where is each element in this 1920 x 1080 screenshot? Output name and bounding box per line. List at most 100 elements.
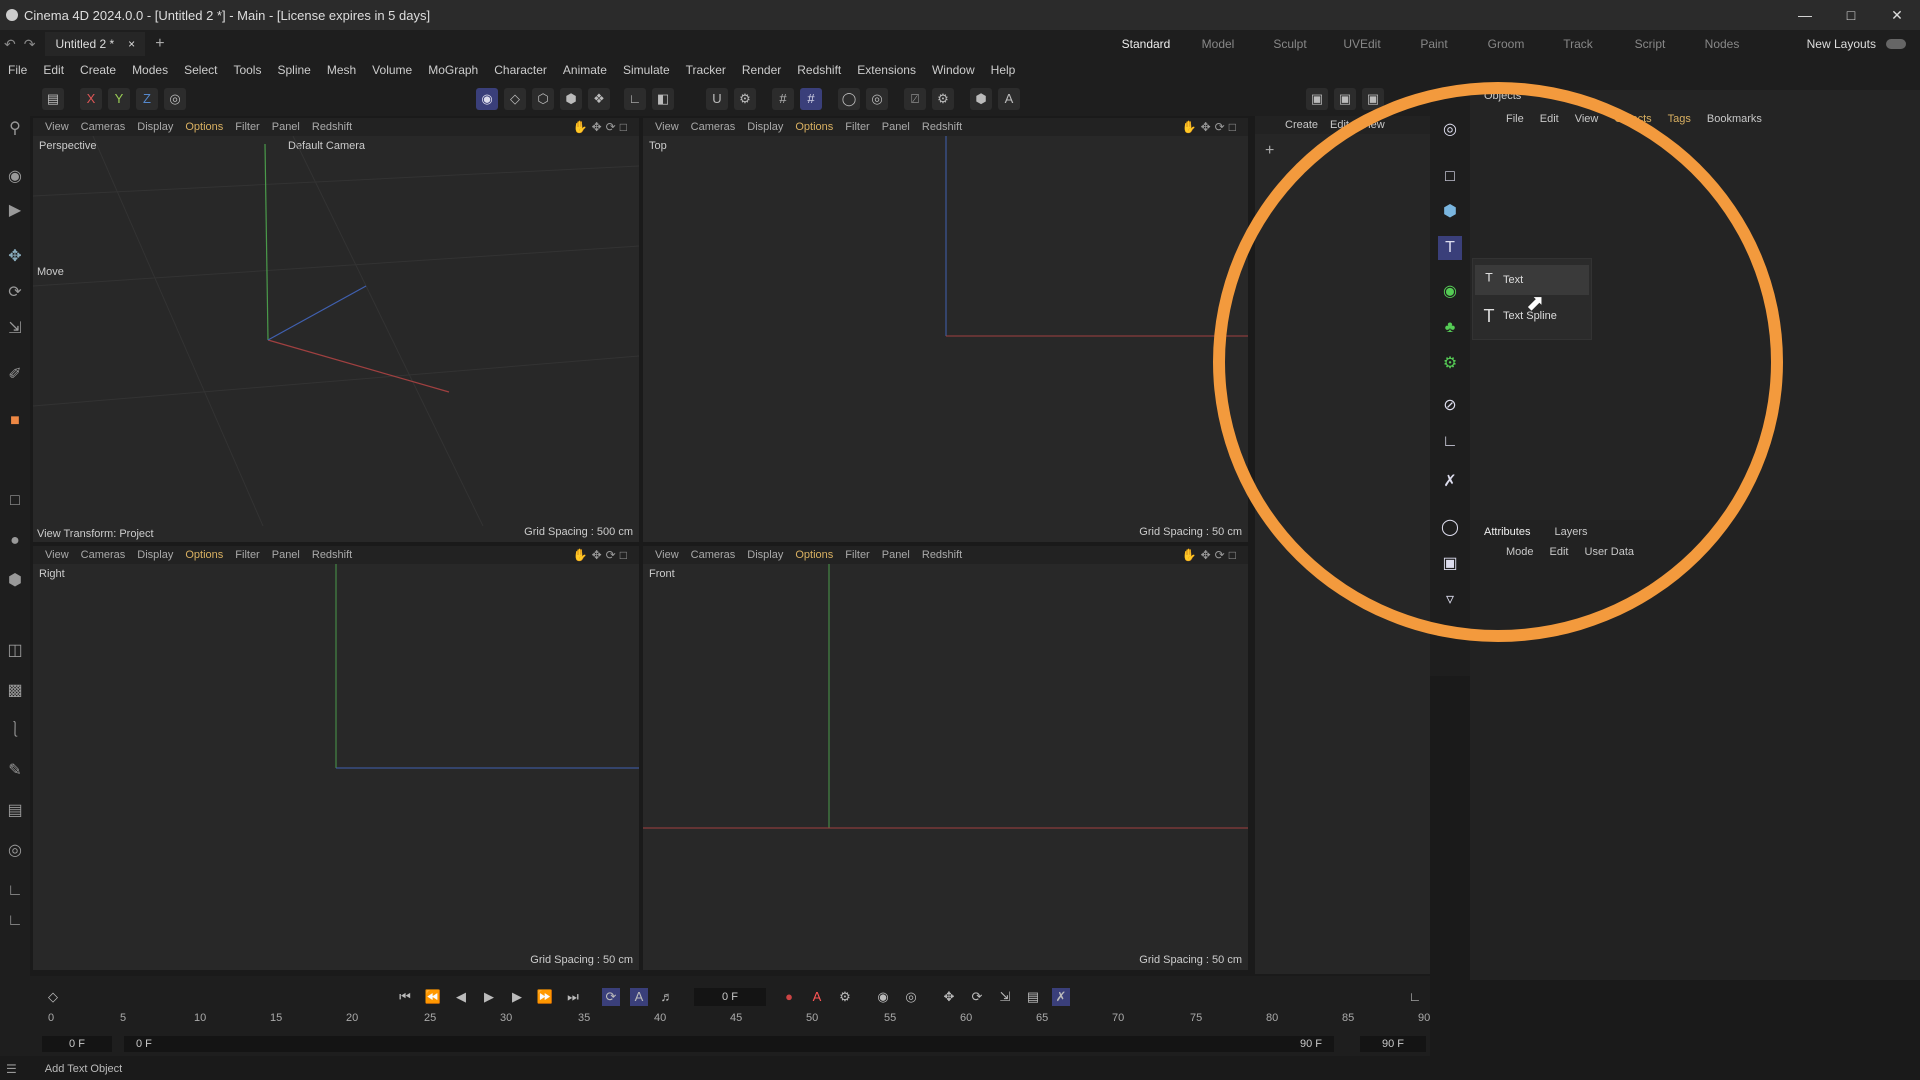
vp-menu-view[interactable]: View [655,549,679,561]
vp-menu-cameras[interactable]: Cameras [81,549,126,561]
start-frame-field[interactable]: 0 F [42,1036,112,1052]
layout-model[interactable]: Model [1182,37,1254,51]
scheme-icon[interactable]: ◎ [902,988,920,1006]
vp-menu-panel[interactable]: Panel [272,121,300,133]
vp-menu-filter[interactable]: Filter [235,121,259,133]
menu-animate[interactable]: Animate [563,63,607,77]
vp-menu-redshift[interactable]: Redshift [312,549,352,561]
vp-menu-display[interactable]: Display [747,549,783,561]
objects-menu-bookmarks[interactable]: Bookmarks [1707,113,1762,125]
layout-sculpt[interactable]: Sculpt [1254,37,1326,51]
vp-menu-display[interactable]: Display [747,121,783,133]
viewport-nav-icons[interactable]: ✋✥⟳□ [1182,120,1240,134]
vp-menu-cameras[interactable]: Cameras [81,121,126,133]
symmetry-settings-icon[interactable]: ⚙ [932,88,954,110]
symmetry-icon[interactable]: ⍁ [904,88,926,110]
lock-workplane-icon[interactable]: ⬢ [970,88,992,110]
current-frame-field[interactable]: 0 F [694,988,766,1006]
workplane-icon[interactable]: ◯ [838,88,860,110]
menu-modes[interactable]: Modes [132,63,168,77]
move-select-icon[interactable]: ▶ [4,200,26,222]
select-tool-icon[interactable]: ◉ [4,166,26,188]
menu-edit[interactable]: Edit [43,63,64,77]
layout-paint[interactable]: Paint [1398,37,1470,51]
maximize-icon[interactable]: □ [1828,0,1874,30]
om-create-menu[interactable]: Create [1285,119,1318,131]
vp-menu-options[interactable]: Options [185,549,223,561]
layout-nodes[interactable]: Nodes [1686,37,1758,51]
edges-mode-icon[interactable]: ⬡ [532,88,554,110]
x-axis-button[interactable]: X [80,88,102,110]
keyframe-icon[interactable]: ◇ [44,988,62,1006]
vp-menu-cameras[interactable]: Cameras [691,121,736,133]
knife-tool-icon[interactable]: ⎱ [4,720,26,742]
menu-select[interactable]: Select [184,63,217,77]
layout-track[interactable]: Track [1542,37,1614,51]
menu-file[interactable]: File [8,63,27,77]
pen-tool-icon[interactable]: ✎ [4,760,26,782]
texture-mode-icon[interactable]: ◧ [652,88,674,110]
viewport-perspective[interactable]: View Cameras Display Options Filter Pane… [33,118,639,542]
render-a-icon[interactable]: A [998,88,1020,110]
scale-tool-icon[interactable]: ⇲ [4,318,26,340]
param-key-icon[interactable]: ▤ [1024,988,1042,1006]
snap-settings-icon[interactable]: ⚙ [734,88,756,110]
menu-character[interactable]: Character [494,63,547,77]
minimize-icon[interactable]: — [1782,0,1828,30]
viewport-front[interactable]: View Cameras Display Options Filter Pane… [643,546,1248,970]
magnet-icon[interactable]: U [706,88,728,110]
vp-menu-options[interactable]: Options [795,549,833,561]
quantize-grid-icon[interactable]: # [800,88,822,110]
layout-standard[interactable]: Standard [1110,37,1182,51]
vp-menu-filter[interactable]: Filter [845,549,869,561]
menu-redshift[interactable]: Redshift [797,63,841,77]
move-tool-icon[interactable]: ✥ [4,246,26,268]
workplane-settings-icon[interactable]: ◎ [866,88,888,110]
vp-menu-panel[interactable]: Panel [882,549,910,561]
vp-menu-display[interactable]: Display [137,549,173,561]
new-layouts[interactable]: New Layouts [1807,30,1906,58]
vp-menu-redshift[interactable]: Redshift [922,121,962,133]
new-tab-button[interactable]: + [155,35,164,53]
extrude-tool-icon[interactable]: ◫ [4,640,26,662]
menu-extensions[interactable]: Extensions [857,63,916,77]
speaker-icon[interactable]: ♬ [658,988,676,1006]
paint-tool-icon[interactable]: ■ [4,410,26,432]
vp-menu-display[interactable]: Display [137,121,173,133]
vp-menu-filter[interactable]: Filter [235,549,259,561]
fcurve-icon[interactable]: ∟ [1406,988,1424,1006]
axis-mode-icon[interactable]: ∟ [624,88,646,110]
vp-menu-options[interactable]: Options [185,121,223,133]
record-icon[interactable]: ● [780,988,798,1006]
vp-menu-panel[interactable]: Panel [272,549,300,561]
viewport-right[interactable]: View Cameras Display Options Filter Pane… [33,546,639,970]
preview-start-field[interactable]: 0 F [124,1036,1334,1052]
objects-menu-tags[interactable]: Tags [1668,113,1691,125]
vp-menu-view[interactable]: View [45,549,69,561]
points-mode-icon[interactable]: ◇ [504,88,526,110]
viewport-nav-icons[interactable]: ✋✥⟳□ [1182,548,1240,562]
polygon-tool-icon[interactable]: □ [4,490,26,512]
search-icon[interactable]: ⚲ [4,118,26,140]
hamburger-icon[interactable]: ☰ [6,1062,17,1076]
vp-menu-options[interactable]: Options [795,121,833,133]
audio-icon[interactable]: A [630,988,648,1006]
rotate-key-icon[interactable]: ⟳ [968,988,986,1006]
tab-untitled-2[interactable]: Untitled 2 * × [45,32,146,56]
shape-tool-icon[interactable]: ● [4,530,26,552]
vp-menu-view[interactable]: View [45,121,69,133]
add-icon[interactable]: + [1265,142,1274,160]
cylinder-tool-icon[interactable]: ▩ [4,680,26,702]
scale-key-icon[interactable]: ⇲ [996,988,1014,1006]
menu-spline[interactable]: Spline [277,63,310,77]
brush-tool-icon[interactable]: ✐ [4,364,26,386]
prev-key-icon[interactable]: ⏪ [424,988,442,1006]
next-key-icon[interactable]: ⏩ [536,988,554,1006]
measure-tool-icon[interactable]: ∟ [4,880,26,902]
coordinate-system-icon[interactable]: ◎ [164,88,186,110]
layout-toggle[interactable] [1886,39,1906,49]
menu-simulate[interactable]: Simulate [623,63,670,77]
render-picture-viewer-icon[interactable]: ▣ [1334,88,1356,110]
preview-end-field[interactable]: 90 F [1300,1036,1322,1052]
menu-tools[interactable]: Tools [233,63,261,77]
